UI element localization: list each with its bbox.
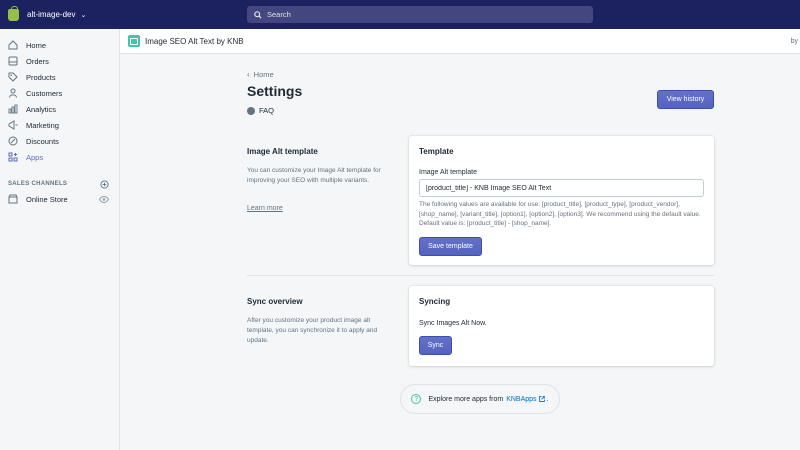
alt-template-help-text: The following values are available for u… xyxy=(419,201,701,227)
alt-template-input[interactable] xyxy=(419,179,704,197)
search-placeholder: Search xyxy=(267,10,291,19)
explore-suffix: . xyxy=(546,395,549,403)
sidebar: Home Orders Products Customers Analytics… xyxy=(0,29,120,450)
sidebar-item-label: Customers xyxy=(26,88,63,98)
alt-template-label: Image Alt template xyxy=(419,169,477,176)
sidebar-item-online-store[interactable]: Online Store xyxy=(0,191,119,207)
main-content: ‹ Home Settings FAQ View history Image A… xyxy=(120,54,800,450)
sidebar-item-label: Orders xyxy=(26,56,49,66)
sync-section-title: Sync overview xyxy=(247,297,303,306)
chevron-left-icon: ‹ xyxy=(247,70,250,79)
apps-icon xyxy=(8,152,18,162)
discount-icon xyxy=(8,136,18,146)
sync-section-description: After you customize your product image a… xyxy=(247,317,378,344)
learn-more-link[interactable]: Learn more xyxy=(247,205,283,212)
sidebar-item-products[interactable]: Products xyxy=(0,69,119,85)
add-circle-icon[interactable] xyxy=(100,179,109,189)
app-logo-icon xyxy=(128,35,140,47)
sidebar-item-orders[interactable]: Orders xyxy=(0,53,119,69)
breadcrumb[interactable]: ‹ Home xyxy=(247,70,274,79)
page-title: Settings xyxy=(247,83,303,99)
search-icon xyxy=(254,10,262,19)
explore-apps-banner: ? Explore more apps from KNBApps . xyxy=(400,384,560,414)
sync-button[interactable]: Sync xyxy=(419,336,452,355)
chevron-down-icon: ⌄ xyxy=(80,11,87,19)
store-name: alt-image-dev xyxy=(27,10,76,19)
help-circle-icon: ? xyxy=(411,394,422,404)
faq-label: FAQ xyxy=(259,106,275,115)
sync-text: Sync Images Alt Now. xyxy=(419,320,487,327)
sidebar-item-customers[interactable]: Customers xyxy=(0,85,119,101)
external-link-icon[interactable] xyxy=(538,396,545,402)
sales-channels-label: SALES CHANNELS xyxy=(8,181,68,187)
syncing-card-title: Syncing xyxy=(419,297,451,306)
sidebar-item-label: Products xyxy=(26,72,56,82)
shopify-bag-icon xyxy=(8,5,19,21)
online-store-label: Online Store xyxy=(26,194,68,204)
app-by-text: by xyxy=(790,38,798,45)
eye-icon[interactable] xyxy=(99,195,109,203)
chat-bubble-icon xyxy=(247,106,255,115)
top-bar: alt-image-dev ⌄ Search xyxy=(0,0,800,29)
search-bar[interactable]: Search xyxy=(247,6,593,23)
knbapps-link[interactable]: KNBApps xyxy=(506,396,536,403)
syncing-card: Syncing Sync Images Alt Now. Sync xyxy=(409,286,714,366)
sidebar-item-marketing[interactable]: Marketing xyxy=(0,117,119,133)
section-divider xyxy=(247,275,714,276)
sales-channels-header: SALES CHANNELS xyxy=(0,177,119,191)
sidebar-item-label: Analytics xyxy=(26,104,57,114)
template-card: Template Image Alt template The followin… xyxy=(409,136,714,265)
sidebar-item-label: Apps xyxy=(26,152,44,162)
view-history-button[interactable]: View history xyxy=(657,90,714,109)
tag-icon xyxy=(8,72,18,82)
sidebar-item-analytics[interactable]: Analytics xyxy=(0,101,119,117)
app-header: Image SEO Alt Text by KNB by xyxy=(120,29,800,54)
template-card-title: Template xyxy=(419,147,454,156)
sidebar-item-discounts[interactable]: Discounts xyxy=(0,133,119,149)
explore-text: Explore more apps from xyxy=(428,395,504,403)
megaphone-icon xyxy=(8,120,18,130)
store-switcher[interactable]: alt-image-dev ⌄ xyxy=(0,5,240,21)
breadcrumb-label: Home xyxy=(253,70,274,79)
sidebar-item-label: Discounts xyxy=(26,136,59,146)
sidebar-item-label: Marketing xyxy=(26,120,59,130)
bar-chart-icon xyxy=(8,104,18,114)
store-icon xyxy=(8,194,18,204)
sidebar-item-apps[interactable]: Apps xyxy=(0,149,119,165)
home-icon xyxy=(8,40,18,50)
faq-link[interactable]: FAQ xyxy=(247,106,274,115)
sidebar-item-label: Home xyxy=(26,40,47,50)
save-template-button[interactable]: Save template xyxy=(419,237,482,256)
app-title: Image SEO Alt Text by KNB xyxy=(145,36,244,46)
alt-section-description: You can customize your Image Alt templat… xyxy=(247,167,381,184)
sidebar-item-home[interactable]: Home xyxy=(0,37,119,53)
alt-section-title: Image Alt template xyxy=(247,147,318,156)
orders-icon xyxy=(8,56,18,66)
person-icon xyxy=(9,88,17,98)
